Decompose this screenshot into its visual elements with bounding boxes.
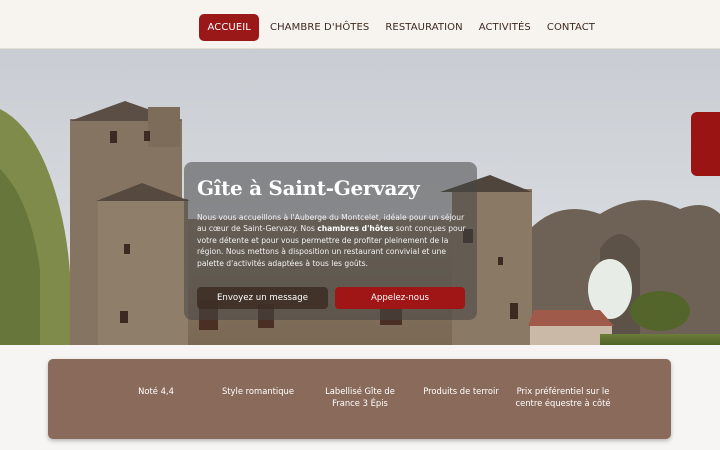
hero-section: Gîte à Saint-Gervazy Nous vous accueillo… [0,49,720,345]
nav-activites[interactable]: ACTIVITÉS [472,15,538,40]
features-banner: Noté 4,4 Style romantique Labellisé Gîte… [48,359,671,439]
nav-accueil[interactable]: ACCUEIL [199,14,259,41]
hero-description: Nous vous accueillons à l'Auberge du Mon… [197,212,469,269]
nav-chambre-dhotes[interactable]: CHAMBRE D'HÔTES [263,15,376,40]
feature-produits: Produits de terroir [423,386,499,396]
chambres-dhotes-link[interactable]: chambres d'hôtes [317,224,393,233]
nav-contact[interactable]: CONTACT [540,15,602,40]
send-message-button[interactable]: Envoyez un message [197,287,328,309]
hero-buttons: Envoyez un message Appelez-nous [197,287,465,309]
call-us-button[interactable]: Appelez-nous [335,287,465,309]
hero-card: Gîte à Saint-Gervazy Nous vous accueillo… [184,162,477,320]
site-header: ACCUEIL CHAMBRE D'HÔTES RESTAURATION ACT… [0,0,720,49]
feature-prix: Prix préférentiel sur le centre équestre… [515,386,611,408]
feature-style: Style romantique [221,386,295,396]
main-nav: ACCUEIL CHAMBRE D'HÔTES RESTAURATION ACT… [197,14,602,41]
feature-rating: Noté 4,4 [138,386,174,396]
nav-restauration[interactable]: RESTAURATION [378,15,469,40]
feature-label: Labellisé Gîte de France 3 Épis [325,386,395,408]
side-contact-tab[interactable] [691,112,720,176]
hero-title: Gîte à Saint-Gervazy [197,176,420,200]
